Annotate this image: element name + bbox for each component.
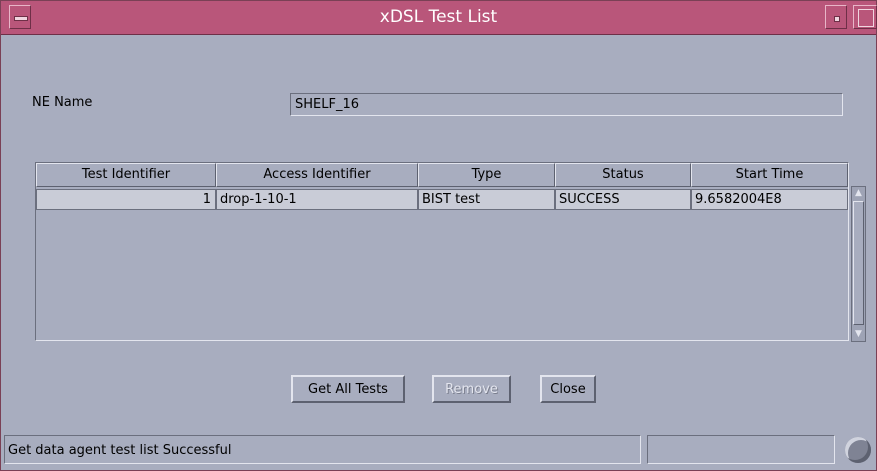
ne-name-label: NE Name — [32, 95, 93, 110]
window-title: xDSL Test List — [379, 7, 498, 27]
maximize-icon[interactable] — [853, 5, 877, 29]
scroll-down-arrow-icon[interactable]: ▼ — [854, 329, 863, 339]
test-list-table: Test Identifier Access Identifier Type S… — [35, 162, 849, 341]
cell-access-identifier: drop-1-10-1 — [216, 189, 418, 210]
xdsl-test-list-window: xDSL Test List NE Name SHELF_16 Test Ide… — [0, 0, 877, 471]
cell-type: BIST test — [418, 189, 555, 210]
column-header-status[interactable]: Status — [555, 163, 691, 187]
status-indicator-icon — [845, 437, 871, 463]
cell-status: SUCCESS — [555, 189, 691, 210]
column-header-start-time[interactable]: Start Time — [691, 163, 848, 187]
cell-start-time: 9.6582004E8 — [691, 189, 848, 210]
title-bar[interactable]: xDSL Test List — [1, 1, 877, 35]
minimize-icon[interactable] — [825, 5, 847, 29]
cell-test-identifier: 1 — [36, 189, 216, 210]
status-secondary — [647, 435, 835, 464]
column-header-test-identifier[interactable]: Test Identifier — [36, 163, 216, 187]
table-scrollbar[interactable]: ▲ ▼ — [851, 186, 866, 342]
get-all-tests-button[interactable]: Get All Tests — [291, 375, 405, 403]
close-button[interactable]: Close — [540, 375, 596, 403]
scroll-up-arrow-icon[interactable]: ▲ — [854, 188, 863, 198]
remove-button[interactable]: Remove — [432, 375, 511, 403]
status-message: Get data agent test list Successful — [4, 435, 641, 464]
ne-name-field[interactable]: SHELF_16 — [290, 93, 843, 116]
column-header-access-identifier[interactable]: Access Identifier — [216, 163, 418, 187]
scrollbar-thumb[interactable] — [853, 201, 864, 325]
column-header-type[interactable]: Type — [418, 163, 555, 187]
